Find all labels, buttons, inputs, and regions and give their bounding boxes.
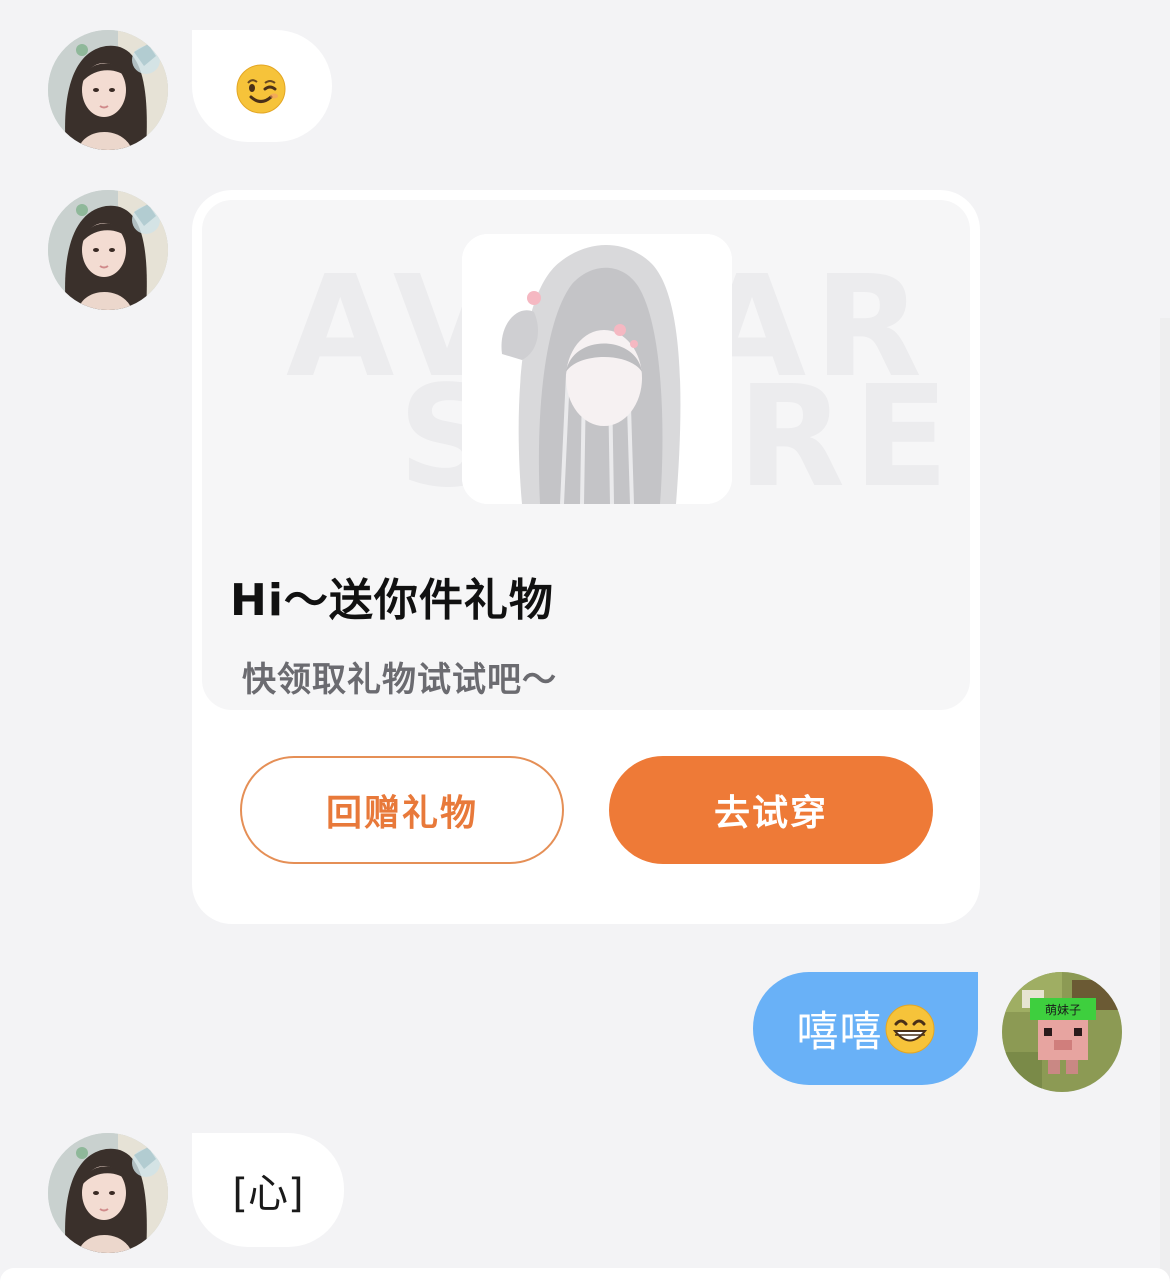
message-text: [心] bbox=[232, 1171, 304, 1217]
gift-subtitle: 快领取礼物试试吧～ bbox=[242, 660, 557, 700]
scroll-track bbox=[1160, 318, 1170, 1282]
wig-hair-image bbox=[462, 234, 732, 504]
gift-title: Hi～送你件礼物 bbox=[230, 575, 554, 626]
gift-banner: AVATAR STORE bbox=[202, 200, 970, 710]
winking-face-icon bbox=[236, 64, 286, 114]
input-bar-edge bbox=[0, 1268, 1170, 1282]
contact-avatar[interactable] bbox=[48, 1133, 168, 1253]
girl-portrait-image bbox=[48, 1133, 168, 1253]
message-text: 嘻嘻 bbox=[796, 1007, 883, 1056]
try-on-button[interactable]: 去试穿 bbox=[609, 756, 933, 864]
return-gift-button[interactable]: 回赠礼物 bbox=[240, 756, 564, 864]
message-bubble-text[interactable]: [心] bbox=[192, 1133, 344, 1247]
grinning-face-icon bbox=[885, 1004, 934, 1053]
contact-avatar[interactable] bbox=[48, 30, 168, 150]
gift-card[interactable]: AVATAR STORE Hi～送你件礼物 快领取礼物试试吧～ 回赠礼物 去试穿 bbox=[192, 190, 980, 924]
my-message-bubble[interactable]: 嘻嘻 bbox=[753, 972, 978, 1085]
girl-portrait-image bbox=[48, 30, 168, 150]
pig-character-image: 萌妹子 bbox=[1002, 972, 1122, 1092]
girl-portrait-image bbox=[48, 190, 168, 310]
my-avatar[interactable]: 萌妹子 bbox=[1002, 972, 1122, 1092]
avatar-label: 萌妹子 bbox=[1045, 1003, 1081, 1017]
contact-avatar[interactable] bbox=[48, 190, 168, 310]
gift-item-preview bbox=[462, 234, 732, 504]
message-bubble-emoji[interactable] bbox=[192, 30, 332, 142]
